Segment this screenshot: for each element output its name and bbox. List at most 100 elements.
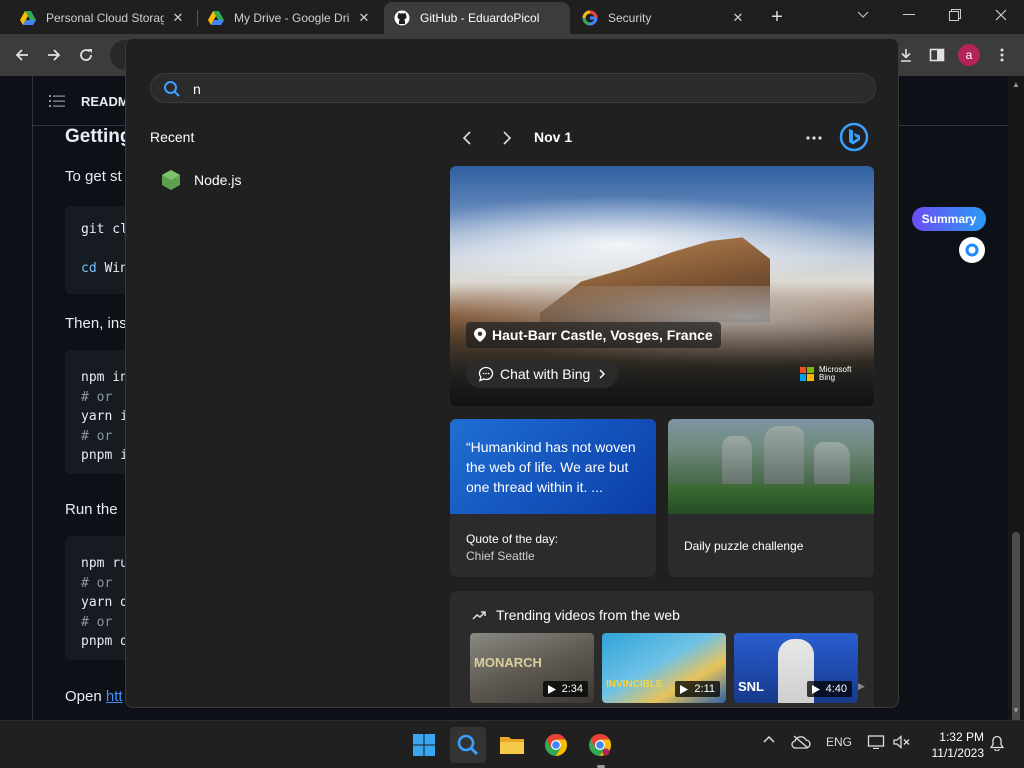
scroll-right-icon[interactable]: ▶ bbox=[858, 681, 865, 692]
file-explorer-icon[interactable] bbox=[494, 727, 530, 763]
video-thumbnail[interactable]: INVINCIBLE 2:11 bbox=[602, 633, 726, 703]
video-thumbnail[interactable]: MONARCH 2:34 bbox=[470, 633, 594, 703]
video-label: INVINCIBLE bbox=[606, 679, 663, 690]
tab-label: Personal Cloud Storag bbox=[46, 11, 164, 25]
summary-button[interactable]: Summary bbox=[912, 207, 986, 231]
puzzle-image bbox=[668, 419, 874, 514]
chat-bubble-icon bbox=[478, 366, 494, 382]
code-line: git cl bbox=[81, 222, 128, 237]
code-line: pnpm d bbox=[81, 634, 128, 649]
quote-text: “Humankind has not woven the web of life… bbox=[466, 439, 636, 495]
scroll-up-icon[interactable]: ▲ bbox=[1012, 80, 1020, 90]
tab-strip: Personal Cloud Storag ✕ My Drive - Googl… bbox=[0, 0, 1024, 34]
hero-image-card[interactable]: Haut-Barr Castle, Vosges, France Chat wi… bbox=[450, 166, 874, 406]
tab-label: My Drive - Google Dri bbox=[234, 11, 350, 25]
tab-security[interactable]: Security ✕ bbox=[572, 2, 756, 34]
code-comment: # or bbox=[81, 390, 113, 405]
language-indicator[interactable]: ENG bbox=[824, 735, 854, 749]
scroll-down-icon[interactable]: ▼ bbox=[1012, 706, 1020, 716]
image-forest bbox=[668, 484, 874, 514]
paragraph-text: Open bbox=[65, 688, 102, 705]
back-arrow-icon[interactable] bbox=[10, 43, 34, 67]
show-hidden-icons-icon[interactable] bbox=[760, 735, 778, 743]
play-icon bbox=[811, 684, 820, 694]
code-comment: # or bbox=[81, 576, 113, 591]
search-input[interactable] bbox=[193, 78, 853, 100]
search-icon bbox=[163, 80, 181, 103]
close-icon[interactable]: ✕ bbox=[170, 10, 186, 26]
search-box[interactable] bbox=[150, 73, 876, 103]
daily-puzzle-card[interactable]: Daily puzzle challenge bbox=[668, 419, 874, 577]
list-icon[interactable] bbox=[49, 94, 65, 113]
code-line: pnpm i bbox=[81, 448, 128, 463]
restore-icon[interactable] bbox=[932, 0, 978, 30]
taskbar-search-icon[interactable] bbox=[450, 727, 486, 763]
location-label[interactable]: Haut-Barr Castle, Vosges, France bbox=[466, 322, 721, 348]
system-clock[interactable]: 1:32 PM 11/1/2023 bbox=[922, 729, 985, 761]
recent-item-label: Node.js bbox=[194, 172, 242, 188]
tab-personal-cloud-storage[interactable]: Personal Cloud Storag ✕ bbox=[10, 2, 196, 34]
video-thumbnail[interactable]: SNL 4:40 bbox=[734, 633, 858, 703]
microsoft-logo-icon bbox=[800, 367, 814, 381]
windows-search-flyout: Recent Node.js Nov 1 Haut-Barr Castle, V… bbox=[125, 38, 899, 708]
forward-arrow-icon[interactable] bbox=[42, 43, 66, 67]
video-duration: 2:34 bbox=[542, 681, 588, 697]
tab-my-drive[interactable]: My Drive - Google Dri ✕ bbox=[198, 2, 382, 34]
section-heading: Getting bbox=[65, 126, 132, 147]
tab-search-icon[interactable] bbox=[840, 0, 886, 30]
code-line: yarn i bbox=[81, 409, 128, 424]
card-title: Quote of the day: bbox=[466, 532, 559, 546]
close-icon[interactable]: ✕ bbox=[730, 10, 746, 26]
code-comment: # or bbox=[81, 429, 113, 444]
google-icon bbox=[582, 10, 598, 26]
more-options-icon[interactable] bbox=[802, 127, 826, 149]
play-icon bbox=[547, 684, 556, 694]
minimize-icon[interactable] bbox=[886, 0, 932, 30]
menu-kebab-icon[interactable] bbox=[990, 43, 1014, 67]
reload-icon[interactable] bbox=[74, 43, 98, 67]
taskbar: ENG 1:32 PM 11/1/2023 bbox=[0, 720, 1024, 768]
chrome-profile-icon[interactable] bbox=[582, 727, 618, 763]
assistant-bubble-icon[interactable] bbox=[959, 237, 985, 263]
paragraph: Open htt bbox=[65, 688, 123, 705]
quote-author: Chief Seattle bbox=[466, 549, 535, 563]
bing-icon[interactable] bbox=[838, 121, 870, 153]
trending-heading-text: Trending videos from the web bbox=[496, 607, 680, 623]
network-icon[interactable] bbox=[866, 735, 886, 749]
brand-line: Bing bbox=[819, 373, 836, 382]
code-line: yarn d bbox=[81, 595, 128, 610]
location-pin-icon bbox=[474, 328, 486, 342]
page-scrollbar[interactable]: ▲ ▼ bbox=[1008, 76, 1024, 728]
clock-time: 1:32 PM bbox=[939, 730, 984, 744]
location-text: Haut-Barr Castle, Vosges, France bbox=[492, 327, 713, 343]
cloud-offline-icon[interactable] bbox=[790, 735, 812, 749]
recent-item-nodejs[interactable]: Node.js bbox=[150, 163, 410, 197]
duration-text: 2:11 bbox=[694, 683, 715, 695]
code-line: cd Win bbox=[81, 261, 128, 276]
duration-text: 2:34 bbox=[561, 683, 583, 695]
previous-icon[interactable] bbox=[456, 127, 478, 149]
close-icon[interactable]: ✕ bbox=[356, 10, 372, 26]
tab-github[interactable]: GitHub - EduardoPicol bbox=[384, 2, 570, 34]
quote-of-the-day-card[interactable]: “Humankind has not woven the web of life… bbox=[450, 419, 656, 577]
notification-bell-icon[interactable] bbox=[988, 735, 1006, 751]
close-window-icon[interactable] bbox=[978, 0, 1024, 30]
code-keyword: cd bbox=[81, 261, 97, 276]
recent-heading: Recent bbox=[150, 129, 195, 145]
trending-heading: Trending videos from the web bbox=[472, 607, 680, 623]
side-panel-icon[interactable] bbox=[925, 43, 949, 67]
volume-muted-icon[interactable] bbox=[892, 735, 912, 749]
paragraph: To get st bbox=[65, 168, 122, 185]
chat-with-bing-label: Chat with Bing bbox=[500, 366, 591, 382]
start-windows-icon[interactable] bbox=[406, 727, 442, 763]
video-duration: 2:11 bbox=[675, 681, 720, 697]
scrollbar-thumb[interactable] bbox=[1012, 532, 1020, 728]
chrome-icon[interactable] bbox=[538, 727, 574, 763]
clock-date: 11/1/2023 bbox=[931, 746, 985, 760]
code-line: npm in bbox=[81, 370, 128, 385]
next-icon[interactable] bbox=[496, 127, 518, 149]
localhost-link[interactable]: htt bbox=[106, 688, 123, 705]
new-tab-button[interactable]: + bbox=[766, 6, 788, 28]
chat-with-bing-button[interactable]: Chat with Bing bbox=[466, 360, 619, 388]
profile-avatar[interactable]: a bbox=[958, 44, 980, 66]
